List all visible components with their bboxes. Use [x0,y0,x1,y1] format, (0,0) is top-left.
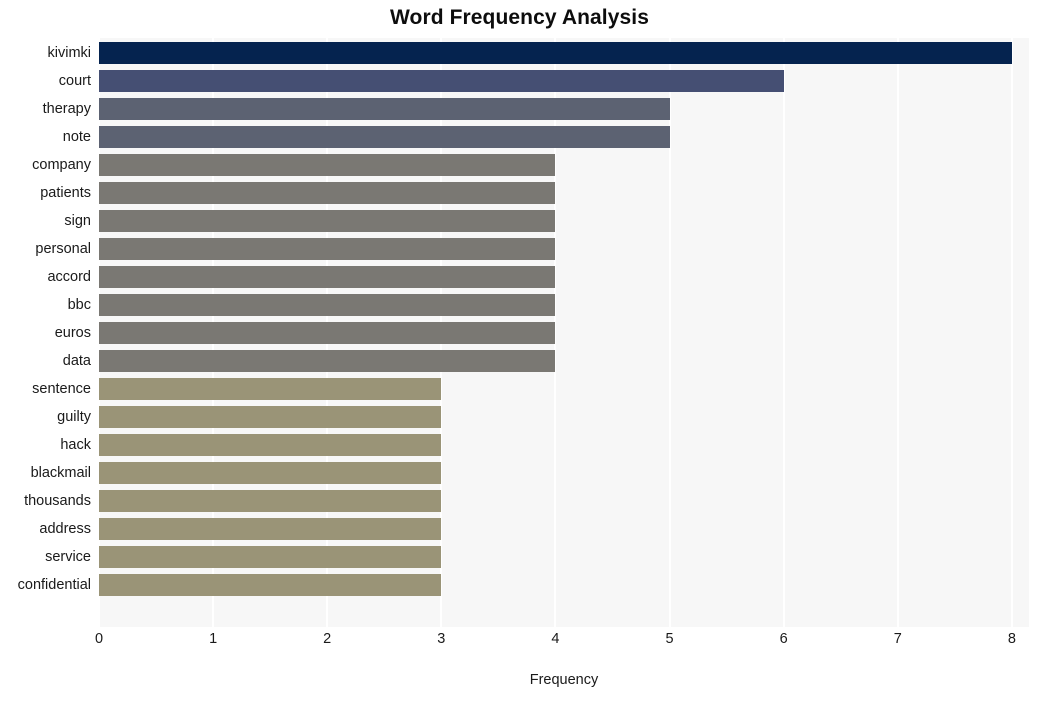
y-tick-label-patients: patients [40,185,91,202]
y-tick-label-accord: accord [47,269,91,286]
bars-layer [99,38,1029,627]
plot-area [98,38,1029,627]
x-tick-label-7: 7 [893,631,902,647]
bar-court[interactable] [99,70,784,92]
x-tick-label-0: 0 [94,631,104,647]
bar-row[interactable] [99,291,1029,319]
x-tick-label-4: 4 [551,631,560,647]
bar-data[interactable] [99,350,556,373]
bar-row[interactable] [99,67,1029,95]
bar-row[interactable] [99,319,1029,347]
bar-row[interactable] [99,459,1029,487]
bar-euros[interactable] [99,322,556,345]
bar-row[interactable] [99,487,1029,515]
y-tick-label-company: company [32,157,91,174]
y-tick-label-kivimki: kivimki [47,45,92,61]
bar-personal[interactable] [99,238,556,261]
y-tick-label-sentence: sentence [32,381,91,398]
bar-accord[interactable] [99,266,556,289]
bar-thousands[interactable] [99,490,442,513]
y-tick-label-hack: hack [60,437,91,454]
y-tick-label-euros: euros [54,325,91,342]
y-tick-label-note: note [62,129,91,146]
x-tick-label-5: 5 [665,631,674,647]
bar-row[interactable] [99,571,1029,599]
y-tick-label-personal: personal [35,241,91,258]
y-tick-label-therapy: therapy [42,101,91,117]
bar-row[interactable] [99,403,1029,431]
y-tick-label-blackmail: blackmail [30,465,91,482]
bar-patients[interactable] [99,182,556,205]
bar-note[interactable] [99,126,670,149]
bar-service[interactable] [99,546,442,569]
bar-row[interactable] [99,123,1029,151]
bar-kivimki[interactable] [99,42,1012,64]
bar-sentence[interactable] [99,378,442,401]
bar-row[interactable] [99,235,1029,263]
bar-row[interactable] [99,95,1029,123]
bar-row[interactable] [99,375,1029,403]
bar-row[interactable] [99,543,1029,571]
bar-row[interactable] [99,39,1029,67]
bar-row[interactable] [99,179,1029,207]
x-tick-label-6: 6 [779,631,788,647]
bar-row[interactable] [99,431,1029,459]
bar-blackmail[interactable] [99,462,442,485]
bar-sign[interactable] [99,210,556,233]
y-tick-label-court: court [58,73,91,89]
x-tick-label-8: 8 [1007,631,1016,647]
bar-address[interactable] [99,518,442,541]
bar-guilty[interactable] [99,406,442,429]
y-tick-label-confidential: confidential [17,577,91,594]
word-frequency-chart: Word Frequency Analysis kivimki court ther… [0,0,1039,701]
x-axis-ticks: 0 1 2 3 4 5 6 7 8 [95,627,1029,653]
y-tick-label-thousands: thousands [24,493,91,510]
x-tick-label-3: 3 [437,631,446,647]
bar-row[interactable] [99,515,1029,543]
y-tick-label-data: data [62,353,91,370]
bar-company[interactable] [99,154,556,177]
y-tick-label-sign: sign [64,213,91,230]
bar-row[interactable] [99,263,1029,291]
y-tick-label-bbc: bbc [67,297,91,314]
bar-row[interactable] [99,207,1029,235]
x-tick-label-1: 1 [209,631,218,647]
bar-bbc[interactable] [99,294,556,317]
y-tick-label-guilty: guilty [57,409,91,426]
y-axis-labels: kivimki court therapy note company patients si… [0,38,91,627]
x-tick-label-2: 2 [323,631,332,647]
y-tick-label-service: service [45,549,91,566]
bar-therapy[interactable] [99,98,670,120]
x-axis-label: Frequency [529,672,599,688]
y-tick-label-address: address [39,521,91,538]
bar-row[interactable] [99,347,1029,375]
chart-title: Word Frequency Analysis [389,6,650,29]
bar-confidential[interactable] [99,574,442,597]
bar-hack[interactable] [99,434,442,457]
bar-row[interactable] [99,151,1029,179]
